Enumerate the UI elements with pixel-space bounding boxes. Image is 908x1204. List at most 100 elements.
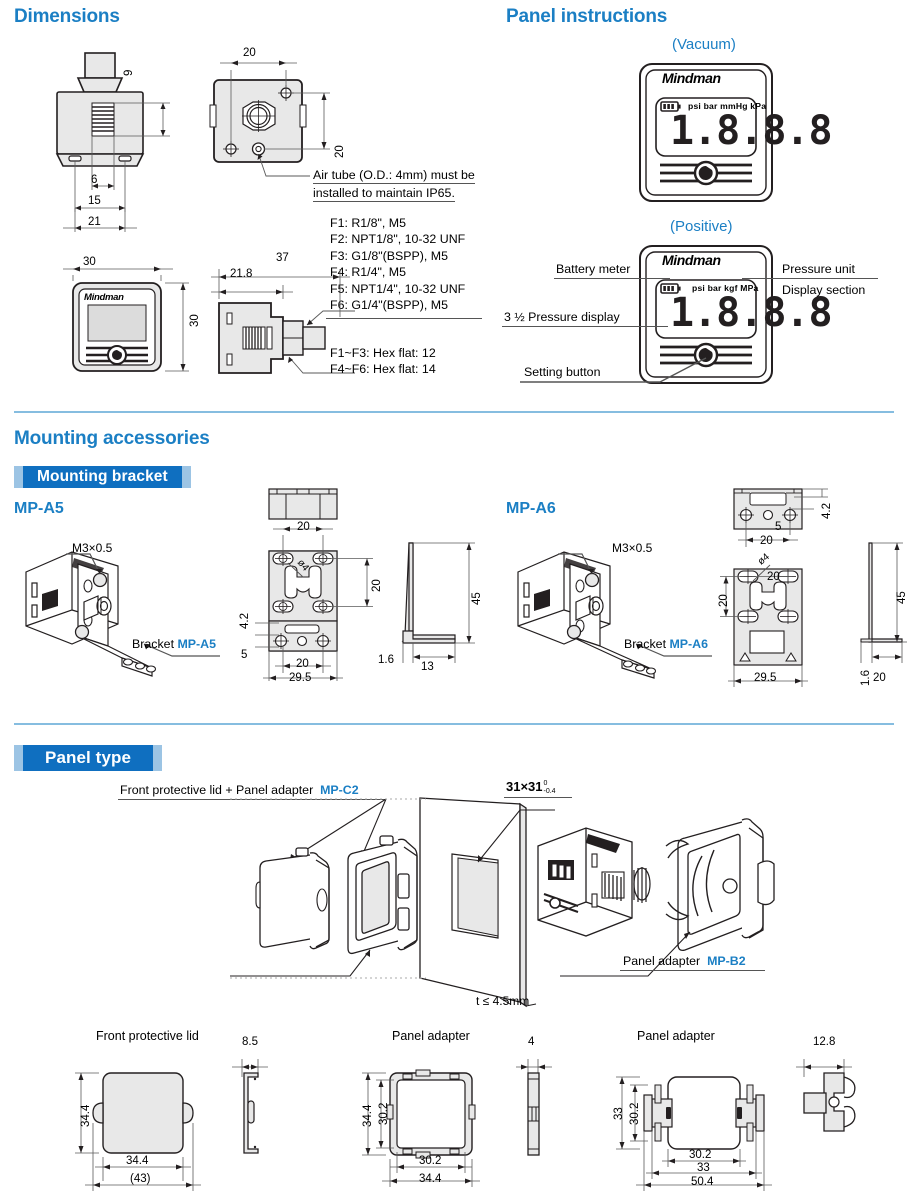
detail-adapter-clip-side (796, 1059, 856, 1132)
panel-adapter-label: Panel adapter (623, 954, 701, 968)
detail-adapter-front-w34-4: 34.4 (419, 1173, 442, 1185)
detail-lid-title: Front protective lid (96, 1029, 199, 1043)
mp-a5-dim-20-top: 20 (297, 521, 310, 533)
mp-a6-dim-45: 45 (896, 591, 908, 604)
detail-adapter-front-h34-4: 34.4 (362, 1104, 374, 1127)
mp-a5-isometric (25, 551, 220, 677)
mp-a5-side-profile (401, 542, 475, 663)
port-option-f2: F2: NPT1/8", 10-32 UNF (330, 232, 466, 247)
callout-battery-meter-line (554, 278, 670, 279)
page-title-panel-instructions: Panel instructions (506, 6, 668, 27)
mp-a6-bracket-part: MP-A6 (669, 637, 709, 651)
detail-adapter-clip-h30-2: 30.2 (629, 1102, 641, 1125)
detail-adapter-clip-w50-4: 50.4 (691, 1176, 714, 1188)
dim-face-30-height: 30 (189, 314, 201, 327)
mp-a5-thread-label: M3×0.5 (72, 541, 113, 555)
mp-a6-bracket-callout: Bracket MP-A6 (624, 637, 708, 651)
mp-a5-dim-13: 13 (421, 661, 434, 673)
mp-a6-dim-20-top: 20 (760, 535, 773, 547)
page-title-mounting-accessories: Mounting accessories (14, 428, 210, 449)
mp-a6-dim-20-left: 20 (718, 594, 730, 607)
mp-a6-dim-20-mid: 20 (767, 571, 780, 583)
port-option-f1: F1: R1/8", M5 (330, 216, 407, 230)
detail-adapter-front-h30-2: 30.2 (378, 1102, 390, 1125)
detail-lid-w43: (43) (130, 1173, 151, 1185)
air-tube-note-line2: installed to maintain IP65. (313, 186, 455, 202)
mp-a5-bracket-part: MP-A5 (177, 637, 217, 651)
mp-a5-dim-20-bottom: 20 (296, 658, 309, 670)
badge-mounting-bracket: Mounting bracket (14, 466, 191, 488)
callout-pressure-unit-line (742, 278, 878, 279)
positive-label: (Positive) (670, 218, 733, 235)
mp-a6-dim-1-6: 1.6 (860, 670, 872, 686)
mp-a6-dim-29-5: 29.5 (754, 672, 777, 684)
mp-a6-dim-20-bottom: 20 (873, 672, 886, 684)
part-title-mp-a5: MP-A5 (14, 500, 64, 517)
mp-a6-thread-label: M3×0.5 (612, 541, 653, 555)
dim-side-37: 37 (276, 252, 289, 264)
gauge-vacuum-digits: 1.8.8.8 (670, 108, 833, 154)
detail-lid-thk8-5: 8.5 (242, 1036, 258, 1048)
panel-adapter-callout: Panel adapter MP-B2 (623, 954, 746, 968)
detail-adapter-clip (616, 1076, 772, 1191)
detail-adapter-clip-w30-2: 30.2 (689, 1149, 712, 1161)
panel-cutout-tol-upper: 0 (543, 780, 548, 788)
panel-adapter-line (620, 970, 765, 971)
mp-a5-dim-45: 45 (471, 592, 483, 605)
mp-a5-dim-20-right: 20 (371, 579, 383, 592)
panel-cutout-tol-lower: -0.4 (543, 787, 556, 795)
badge-panel-type: Panel type (14, 745, 163, 771)
callout-battery-meter: Battery meter (556, 262, 631, 276)
detail-adapter-front-thk4: 4 (528, 1036, 535, 1048)
detail-lid-w34-4: 34.4 (126, 1155, 149, 1167)
hex-note-f1f3: F1~F3: Hex flat: 12 (330, 346, 436, 360)
mp-a5-bracket-callout: Bracket MP-A5 (132, 637, 216, 651)
detail-adapter-front-w30-2: 30.2 (419, 1155, 442, 1167)
badge-panel-cap-right (153, 745, 163, 771)
gauge-positive-brand: Mindman (662, 252, 721, 268)
badge-cap-right (181, 466, 191, 488)
divider-2 (14, 723, 894, 725)
badge-label: Mounting bracket (23, 466, 182, 488)
detail-adapter-clip-w33: 33 (697, 1162, 710, 1174)
face-view-brand: Mindman (84, 292, 124, 303)
callout-display-section: Display section (782, 283, 866, 297)
panel-thickness-note: t ≤ 4.5mm (476, 994, 530, 1008)
hex-note-f4f6: F4~F6: Hex flat: 14 (330, 362, 436, 377)
vacuum-label: (Vacuum) (672, 36, 736, 53)
detail-adapter-front-side (516, 1059, 552, 1156)
detail-adapter-clip-thk12-8: 12.8 (813, 1036, 836, 1048)
mp-a6-side-profile (860, 542, 907, 663)
detail-adapter-clip-title: Panel adapter (637, 1029, 715, 1043)
panel-cutout-dim: 31×31 0 -0.4 (506, 779, 556, 795)
panel-type-assembly (230, 797, 775, 1008)
callout-setting-button-leader (520, 357, 707, 383)
callout-pressure-display: 3 ½ Pressure display (504, 310, 620, 324)
callout-pressure-unit: Pressure unit (782, 262, 856, 276)
detail-adapter-clip-h33: 33 (613, 1107, 625, 1120)
part-title-mp-a6: MP-A6 (506, 500, 556, 517)
panel-cutout-underline (504, 797, 572, 798)
mp-a5-dim-1-6: 1.6 (378, 654, 394, 666)
mp-a6-dim-5: 5 (775, 521, 782, 533)
panel-cutout-value: 31×31 (506, 779, 543, 794)
gauge-vacuum-brand: Mindman (662, 70, 721, 86)
badge-panel-cap-left (14, 745, 23, 771)
divider-1 (14, 411, 894, 413)
mp-a5-dim-5: 5 (241, 649, 248, 661)
badge-cap-left (14, 466, 23, 488)
mp-a6-dim-4-2: 4.2 (821, 503, 833, 519)
mp-a6-isometric (517, 551, 712, 679)
badge-panel-label: Panel type (23, 745, 154, 771)
dim-side-21-8: 21.8 (230, 268, 253, 280)
panel-adapter-part: MP-B2 (707, 954, 746, 968)
detail-lid-h34-4: 34.4 (80, 1104, 92, 1127)
dim-face-30-width: 30 (83, 256, 96, 268)
callout-pressure-display-line (502, 326, 668, 327)
dim-top-20-height: 20 (334, 145, 346, 158)
dim-top-20-width: 20 (243, 47, 256, 59)
page-title-dimensions: Dimensions (14, 6, 120, 27)
mp-a6-bracket-prefix: Bracket (624, 637, 670, 651)
dim-15-21-lines (63, 208, 137, 232)
hex-flat-notes: F1~F3: Hex flat: 12 F4~F6: Hex flat: 14 (330, 345, 436, 378)
